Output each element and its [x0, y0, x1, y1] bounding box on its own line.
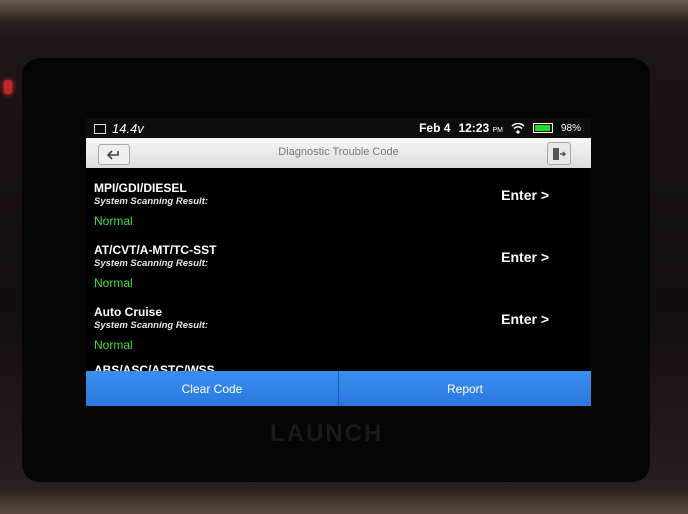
device-bottom-edge: [0, 488, 688, 514]
status-bar: 14.4v Feb 4 12:23 PM 98%: [86, 118, 591, 138]
time: 12:23 PM: [458, 121, 503, 135]
red-indicator-light: [4, 80, 12, 94]
system-row: AT/CVT/A-MT/TC-SST System Scanning Resul…: [86, 236, 591, 298]
voltage-indicator: 14.4v: [94, 121, 144, 136]
system-name: Auto Cruise: [94, 305, 163, 319]
enter-button[interactable]: Enter >: [501, 311, 549, 327]
page-title: Diagnostic Trouble Code: [278, 146, 399, 158]
battery-voltage-icon: [94, 123, 106, 134]
system-name: MPI/GDI/DIESEL: [94, 181, 187, 195]
enter-button[interactable]: Enter >: [501, 249, 549, 265]
scan-result-label: System Scanning Result:: [94, 196, 209, 207]
system-list: MPI/GDI/DIESEL System Scanning Result: N…: [86, 174, 591, 360]
scan-status: Normal: [94, 276, 133, 290]
system-name: AT/CVT/A-MT/TC-SST: [94, 243, 217, 257]
scan-result-label: System Scanning Result:: [94, 258, 209, 269]
time-value: 12:23: [458, 121, 490, 135]
tablet-screen: 14.4v Feb 4 12:23 PM 98% Diagnostic Trou…: [86, 118, 591, 406]
action-bar: Clear Code Report: [86, 371, 591, 406]
battery-icon: [532, 123, 553, 133]
device-top-edge: [0, 0, 688, 22]
date: Feb 4: [419, 121, 451, 135]
exit-icon: [553, 147, 566, 160]
scan-status: Normal: [94, 214, 133, 228]
voltage-value: 14.4v: [112, 121, 144, 136]
device-frame: LAUNCH 14.4v Feb 4 12:23 PM 98% Diagnost…: [0, 0, 688, 514]
wifi-icon: [511, 122, 525, 134]
report-button[interactable]: Report: [339, 371, 591, 406]
exit-button[interactable]: [547, 142, 571, 165]
scan-result-label: System Scanning Result:: [94, 320, 209, 331]
clear-code-button[interactable]: Clear Code: [86, 371, 338, 406]
time-ampm: PM: [492, 127, 503, 134]
battery-percent: 98%: [560, 122, 581, 134]
system-row: MPI/GDI/DIESEL System Scanning Result: N…: [86, 174, 591, 236]
title-bar: Diagnostic Trouble Code: [86, 138, 591, 168]
system-row: Auto Cruise System Scanning Result: Norm…: [86, 298, 591, 360]
status-right: Feb 4 12:23 PM 98%: [419, 121, 581, 135]
enter-button[interactable]: Enter >: [501, 187, 549, 203]
scan-status: Normal: [94, 338, 133, 352]
brand-logo: LAUNCH: [270, 420, 384, 447]
